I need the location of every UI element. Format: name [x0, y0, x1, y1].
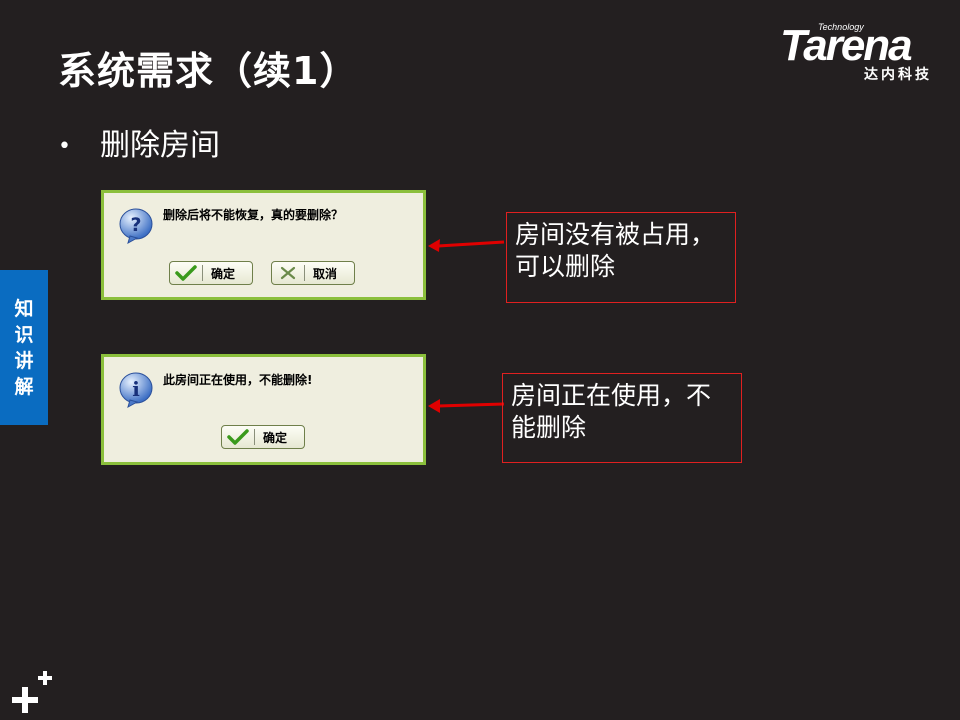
- ok-label: 确定: [263, 430, 288, 445]
- side-tab-char: 解: [14, 375, 34, 398]
- side-tab-char: 讲: [14, 349, 34, 372]
- tarena-logo: Tarena Technology 达内科技: [780, 22, 946, 84]
- room-in-use-dialog: i 此房间正在使用，不能删除! 确定: [101, 354, 426, 465]
- side-tab-char: 知: [14, 297, 34, 320]
- close-icon: [272, 264, 304, 282]
- question-icon: ?: [119, 208, 153, 245]
- side-tab-knowledge[interactable]: 知 识 讲 解: [0, 270, 48, 425]
- ok-button[interactable]: 确定: [221, 425, 305, 449]
- dialog-message: 此房间正在使用，不能删除!: [163, 373, 313, 387]
- arrow-left-icon: [428, 399, 505, 413]
- bullet-dot-icon: •: [58, 134, 71, 159]
- cancel-button[interactable]: 取消: [271, 261, 355, 285]
- logo-subtitle: 达内科技: [864, 67, 932, 83]
- check-icon: [170, 264, 202, 282]
- note-line: 能删除: [511, 413, 587, 442]
- dialog-message: 删除后将不能恢复，真的要删除？: [163, 208, 344, 222]
- note-can-delete: 房间没有被占用， 可以删除: [506, 212, 736, 303]
- delete-confirm-dialog: ? 删除后将不能恢复，真的要删除？ 确定 取消: [101, 190, 426, 300]
- plus-icon: [12, 671, 52, 713]
- slide-title: 系统需求（续1）: [58, 49, 359, 93]
- note-line: 房间正在使用，不: [511, 381, 712, 410]
- info-icon: i: [119, 372, 153, 409]
- note-line: 房间没有被占用，: [515, 220, 716, 249]
- svg-text:?: ?: [130, 214, 141, 236]
- ok-button[interactable]: 确定: [169, 261, 253, 285]
- ok-label: 确定: [211, 266, 236, 281]
- arrow-left-icon: [428, 239, 505, 252]
- note-cannot-delete: 房间正在使用，不 能删除: [502, 373, 742, 463]
- note-line: 可以删除: [515, 252, 616, 281]
- check-icon: [222, 428, 254, 446]
- side-tab-char: 识: [14, 323, 34, 346]
- cancel-label: 取消: [313, 266, 338, 281]
- bullet-text: 删除房间: [100, 128, 220, 163]
- svg-text:i: i: [132, 377, 140, 401]
- bullet-item: • 删除房间: [58, 120, 220, 164]
- logo-tagline: Technology: [818, 22, 864, 32]
